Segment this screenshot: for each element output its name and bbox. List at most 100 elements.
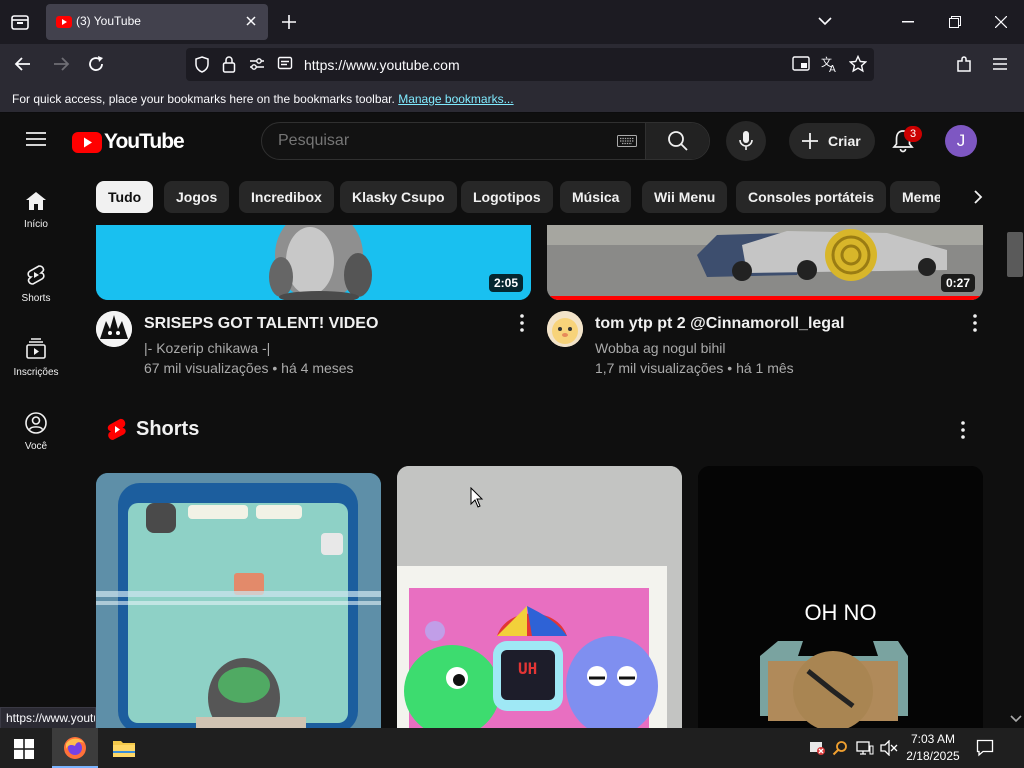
minimize-icon[interactable] xyxy=(902,21,914,23)
tray-time[interactable]: 7:03 AM xyxy=(906,732,960,746)
bookmarks-toolbar: For quick access, place your bookmarks h… xyxy=(0,85,1024,113)
scrollbar-track[interactable] xyxy=(1006,231,1024,728)
sidebar-item-home[interactable]: Início xyxy=(0,189,72,230)
sidebar-item-subscriptions[interactable]: Inscrições xyxy=(0,337,72,378)
video-duration: 0:27 xyxy=(940,274,975,292)
scroll-down-arrow-icon[interactable] xyxy=(1010,714,1022,724)
subscriptions-icon xyxy=(26,338,46,359)
video-thumbnail[interactable]: 2:05 xyxy=(96,225,531,300)
tray-network-warning-icon[interactable] xyxy=(808,740,826,756)
search-button[interactable] xyxy=(645,123,709,159)
firefox-icon xyxy=(64,737,86,759)
notification-center-icon[interactable] xyxy=(976,739,994,757)
chip-music[interactable]: Música xyxy=(560,181,632,213)
back-arrow-icon[interactable] xyxy=(14,55,32,73)
restore-icon[interactable] xyxy=(949,16,961,28)
page-info-icon[interactable] xyxy=(277,56,293,72)
picture-in-picture-icon[interactable] xyxy=(792,56,810,72)
create-button[interactable]: Criar xyxy=(789,123,875,159)
browser-tab-bar: (3) YouTube xyxy=(0,0,1024,44)
keyboard-icon[interactable] xyxy=(617,135,637,147)
video-stats: 1,7 mil visualizações • há 1 mês xyxy=(595,360,794,376)
chip-meme[interactable]: Meme xyxy=(890,181,940,213)
short-overlay-text: OH NO xyxy=(804,600,877,625)
address-bar[interactable]: https://www.youtube.com 文A xyxy=(186,48,874,81)
sidebar-item-shorts[interactable]: Shorts xyxy=(0,263,72,304)
extensions-icon[interactable] xyxy=(955,55,973,73)
chevron-right-icon[interactable] xyxy=(970,189,986,205)
file-explorer-icon[interactable] xyxy=(112,738,136,758)
search-box xyxy=(261,122,710,160)
more-options-icon[interactable] xyxy=(965,313,985,333)
thumbnail-image xyxy=(547,225,983,300)
sidebar-item-label: Shorts xyxy=(21,293,51,304)
youtube-play-icon xyxy=(72,131,102,153)
shorts-icon xyxy=(27,265,45,285)
short-thumbnail[interactable]: OH NO xyxy=(698,466,983,728)
close-window-icon[interactable] xyxy=(995,16,1007,28)
youtube-page: YouTube Criar 3 J Início Shorts Inscriçõ… xyxy=(0,113,1024,728)
video-title[interactable]: SRISEPS GOT TALENT! VIDEO xyxy=(144,315,378,333)
more-options-icon[interactable] xyxy=(512,313,532,333)
channel-avatar[interactable] xyxy=(547,311,583,347)
channel-avatar-image xyxy=(547,311,583,347)
channel-name[interactable]: |- Kozerip chikawa -| xyxy=(144,340,270,356)
taskbar: 7:03 AM 2/18/2025 xyxy=(0,728,1024,768)
chip-handheld-consoles[interactable]: Consoles portáteis xyxy=(736,181,887,213)
notification-badge: 3 xyxy=(904,126,922,142)
bookmark-star-icon[interactable] xyxy=(849,55,867,73)
menu-icon[interactable] xyxy=(992,57,1008,71)
chip-incredibox[interactable]: Incredibox xyxy=(239,181,334,213)
chip-klasky-csupo[interactable]: Klasky Csupo xyxy=(340,181,457,213)
channel-avatar[interactable] xyxy=(96,311,132,347)
home-icon xyxy=(26,192,46,210)
notifications-button[interactable]: 3 xyxy=(892,126,922,153)
short-overlay-text: UH xyxy=(518,659,538,678)
chip-all[interactable]: Tudo xyxy=(96,181,154,213)
video-stats: 67 mil visualizações • há 4 meses xyxy=(144,360,354,376)
chip-wii-menu[interactable]: Wii Menu xyxy=(642,181,728,213)
windows-start-icon[interactable] xyxy=(14,739,34,759)
short-thumbnail[interactable]: UH xyxy=(397,466,682,728)
taskbar-firefox[interactable] xyxy=(52,728,98,768)
youtube-logo[interactable]: YouTube xyxy=(72,130,185,154)
list-all-tabs-icon[interactable] xyxy=(10,12,30,32)
chip-games[interactable]: Jogos xyxy=(164,181,230,213)
shield-icon[interactable] xyxy=(194,56,210,73)
create-label: Criar xyxy=(828,133,861,149)
account-icon xyxy=(25,412,47,434)
tray-volume-muted-icon[interactable] xyxy=(880,740,898,756)
chip-logos[interactable]: Logotipos xyxy=(461,181,553,213)
reload-icon[interactable] xyxy=(87,55,105,73)
tray-network-icon[interactable] xyxy=(856,740,874,756)
tab-title: (3) YouTube xyxy=(76,14,141,28)
more-options-icon[interactable] xyxy=(953,420,973,440)
permissions-icon[interactable] xyxy=(249,57,265,71)
hamburger-menu-icon[interactable] xyxy=(26,131,46,147)
tray-search-icon[interactable] xyxy=(832,740,848,756)
tab-youtube[interactable]: (3) YouTube xyxy=(46,4,268,40)
search-icon xyxy=(667,131,688,151)
close-tab-icon[interactable] xyxy=(244,14,258,28)
tray-date[interactable]: 2/18/2025 xyxy=(904,749,962,763)
forward-arrow-icon[interactable] xyxy=(52,55,70,73)
short-image xyxy=(96,473,381,728)
short-thumbnail[interactable] xyxy=(96,473,381,728)
plus-icon xyxy=(802,133,818,149)
lock-icon[interactable] xyxy=(222,55,236,73)
url-text[interactable]: https://www.youtube.com xyxy=(304,57,460,73)
avatar[interactable]: J xyxy=(945,125,977,157)
chevron-down-icon[interactable] xyxy=(818,16,832,26)
shorts-heading: Shorts xyxy=(136,418,200,440)
channel-avatar-image xyxy=(96,311,132,347)
channel-name[interactable]: Wobba ag nogul bihil xyxy=(595,340,726,356)
voice-search-button[interactable] xyxy=(726,121,766,161)
video-thumbnail[interactable]: 0:27 xyxy=(547,225,983,300)
search-input[interactable] xyxy=(262,123,602,159)
manage-bookmarks-link[interactable]: Manage bookmarks... xyxy=(398,92,513,106)
video-title[interactable]: tom ytp pt 2 @Cinnamoroll_legal xyxy=(595,315,844,333)
scrollbar-thumb[interactable] xyxy=(1007,232,1023,277)
sidebar-item-you[interactable]: Você xyxy=(0,411,72,452)
translate-icon[interactable]: 文A xyxy=(821,55,839,73)
new-tab-icon[interactable] xyxy=(281,14,297,30)
